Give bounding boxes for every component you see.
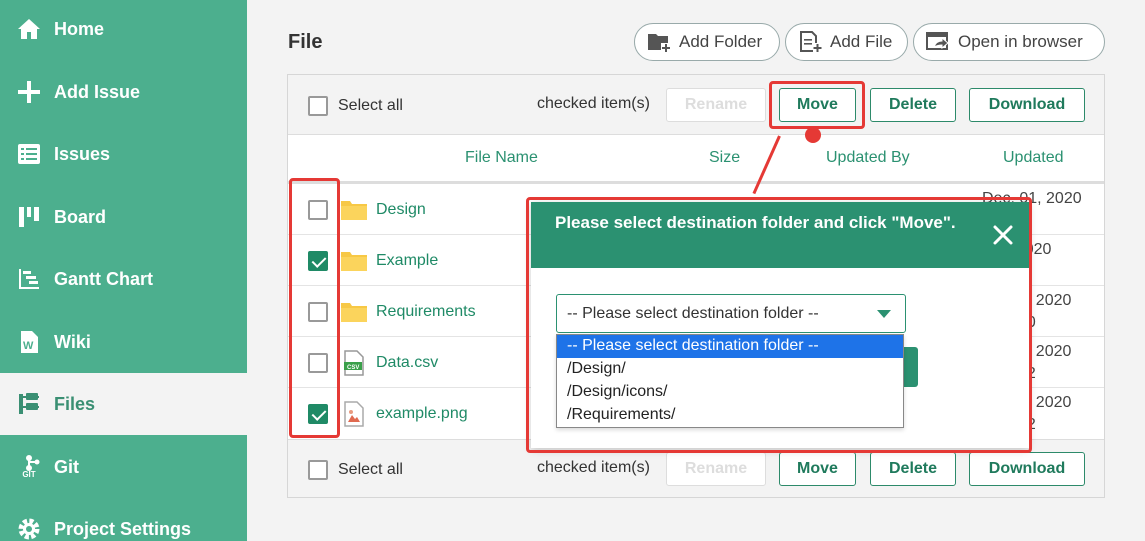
board-icon: [16, 204, 42, 230]
annotation-dot: [805, 127, 821, 143]
files-icon: [16, 391, 42, 417]
open-in-browser-button[interactable]: Open in browser: [913, 23, 1105, 61]
select-all-label: Select all: [338, 97, 403, 114]
sidebar-item-add-issue[interactable]: Add Issue: [0, 61, 247, 123]
sidebar-item-gantt-chart[interactable]: Gantt Chart: [0, 248, 247, 310]
sidebar-item-project-settings[interactable]: Project Settings: [0, 498, 247, 541]
sidebar-item-board[interactable]: Board: [0, 186, 247, 248]
move-button-highlight: [769, 81, 865, 129]
file-name-link[interactable]: Design: [376, 201, 426, 219]
sidebar-item-wiki[interactable]: W Wiki: [0, 311, 247, 373]
sidebar-item-label: Add Issue: [54, 81, 141, 102]
open-in-browser-icon: [926, 32, 949, 50]
page-title: File: [288, 31, 323, 53]
add-file-button[interactable]: Add File: [785, 23, 908, 61]
add-folder-button[interactable]: Add Folder: [634, 23, 780, 61]
open-in-browser-label: Open in browser: [958, 32, 1083, 51]
sidebar-item-label: Files: [54, 393, 96, 414]
git-sublabel: GIT: [22, 470, 36, 479]
list-icon: [16, 141, 42, 167]
select-all-label: Select all: [338, 461, 403, 478]
file-name-link[interactable]: Example: [376, 252, 438, 270]
column-updated-by[interactable]: Updated By: [826, 149, 910, 167]
add-folder-label: Add Folder: [679, 32, 763, 51]
checked-items-label: checked item(s): [537, 95, 650, 112]
file-name-link[interactable]: Requirements: [376, 303, 476, 321]
sidebar-item-label: Git: [54, 456, 79, 477]
sidebar-item-issues[interactable]: Issues: [0, 123, 247, 185]
sidebar-item-label: Gantt Chart: [54, 268, 153, 289]
delete-button[interactable]: Delete: [870, 88, 956, 122]
sidebar-item-label: Wiki: [54, 331, 91, 352]
sidebar-item-label: Home: [54, 18, 105, 39]
sidebar-item-git[interactable]: GIT Git: [0, 436, 247, 498]
delete-button-bottom[interactable]: Delete: [870, 452, 956, 486]
sidebar: Home Add Issue Issues Board Gantt Chart …: [0, 0, 247, 541]
column-size[interactable]: Size: [709, 149, 740, 167]
sidebar-item-home[interactable]: Home: [0, 0, 247, 60]
folder-icon: [341, 201, 367, 220]
column-updated[interactable]: Updated: [1003, 149, 1064, 167]
toolbar-top: Select all checked item(s) Rename Move D…: [288, 75, 1104, 135]
sidebar-item-label: Board: [54, 206, 107, 227]
add-file-label: Add File: [830, 32, 893, 51]
home-icon: [16, 16, 42, 42]
move-button-bottom[interactable]: Move: [779, 452, 856, 486]
sidebar-item-label: Issues: [54, 143, 111, 164]
csv-file-icon: CSV: [344, 350, 364, 376]
rename-button[interactable]: Rename: [666, 88, 766, 122]
sidebar-item-files[interactable]: Files: [0, 373, 247, 435]
checkbox-column-highlight: [289, 178, 340, 438]
folder-icon: [341, 303, 367, 322]
svg-text:W: W: [23, 340, 34, 352]
rename-button-bottom[interactable]: Rename: [666, 452, 766, 486]
gantt-icon: [16, 266, 42, 292]
file-name-link[interactable]: example.png: [376, 405, 468, 423]
add-file-icon: [800, 31, 822, 53]
select-all-checkbox-bottom[interactable]: [308, 460, 328, 480]
add-folder-icon: [648, 34, 671, 53]
column-file-name[interactable]: File Name: [465, 149, 538, 167]
gear-icon: [16, 516, 42, 541]
plus-icon: [16, 79, 42, 105]
sidebar-item-label: Project Settings: [54, 518, 192, 539]
checked-items-label: checked item(s): [537, 459, 650, 476]
git-icon: GIT: [16, 454, 42, 480]
download-button-bottom[interactable]: Download: [969, 452, 1085, 486]
wiki-icon: W: [16, 329, 42, 355]
modal-highlight: [526, 197, 1032, 453]
select-all-checkbox[interactable]: [308, 96, 328, 116]
image-file-icon: [344, 401, 364, 427]
svg-text:CSV: CSV: [347, 365, 359, 371]
folder-icon: [341, 252, 367, 271]
file-name-link[interactable]: Data.csv: [376, 354, 438, 372]
download-button[interactable]: Download: [969, 88, 1085, 122]
